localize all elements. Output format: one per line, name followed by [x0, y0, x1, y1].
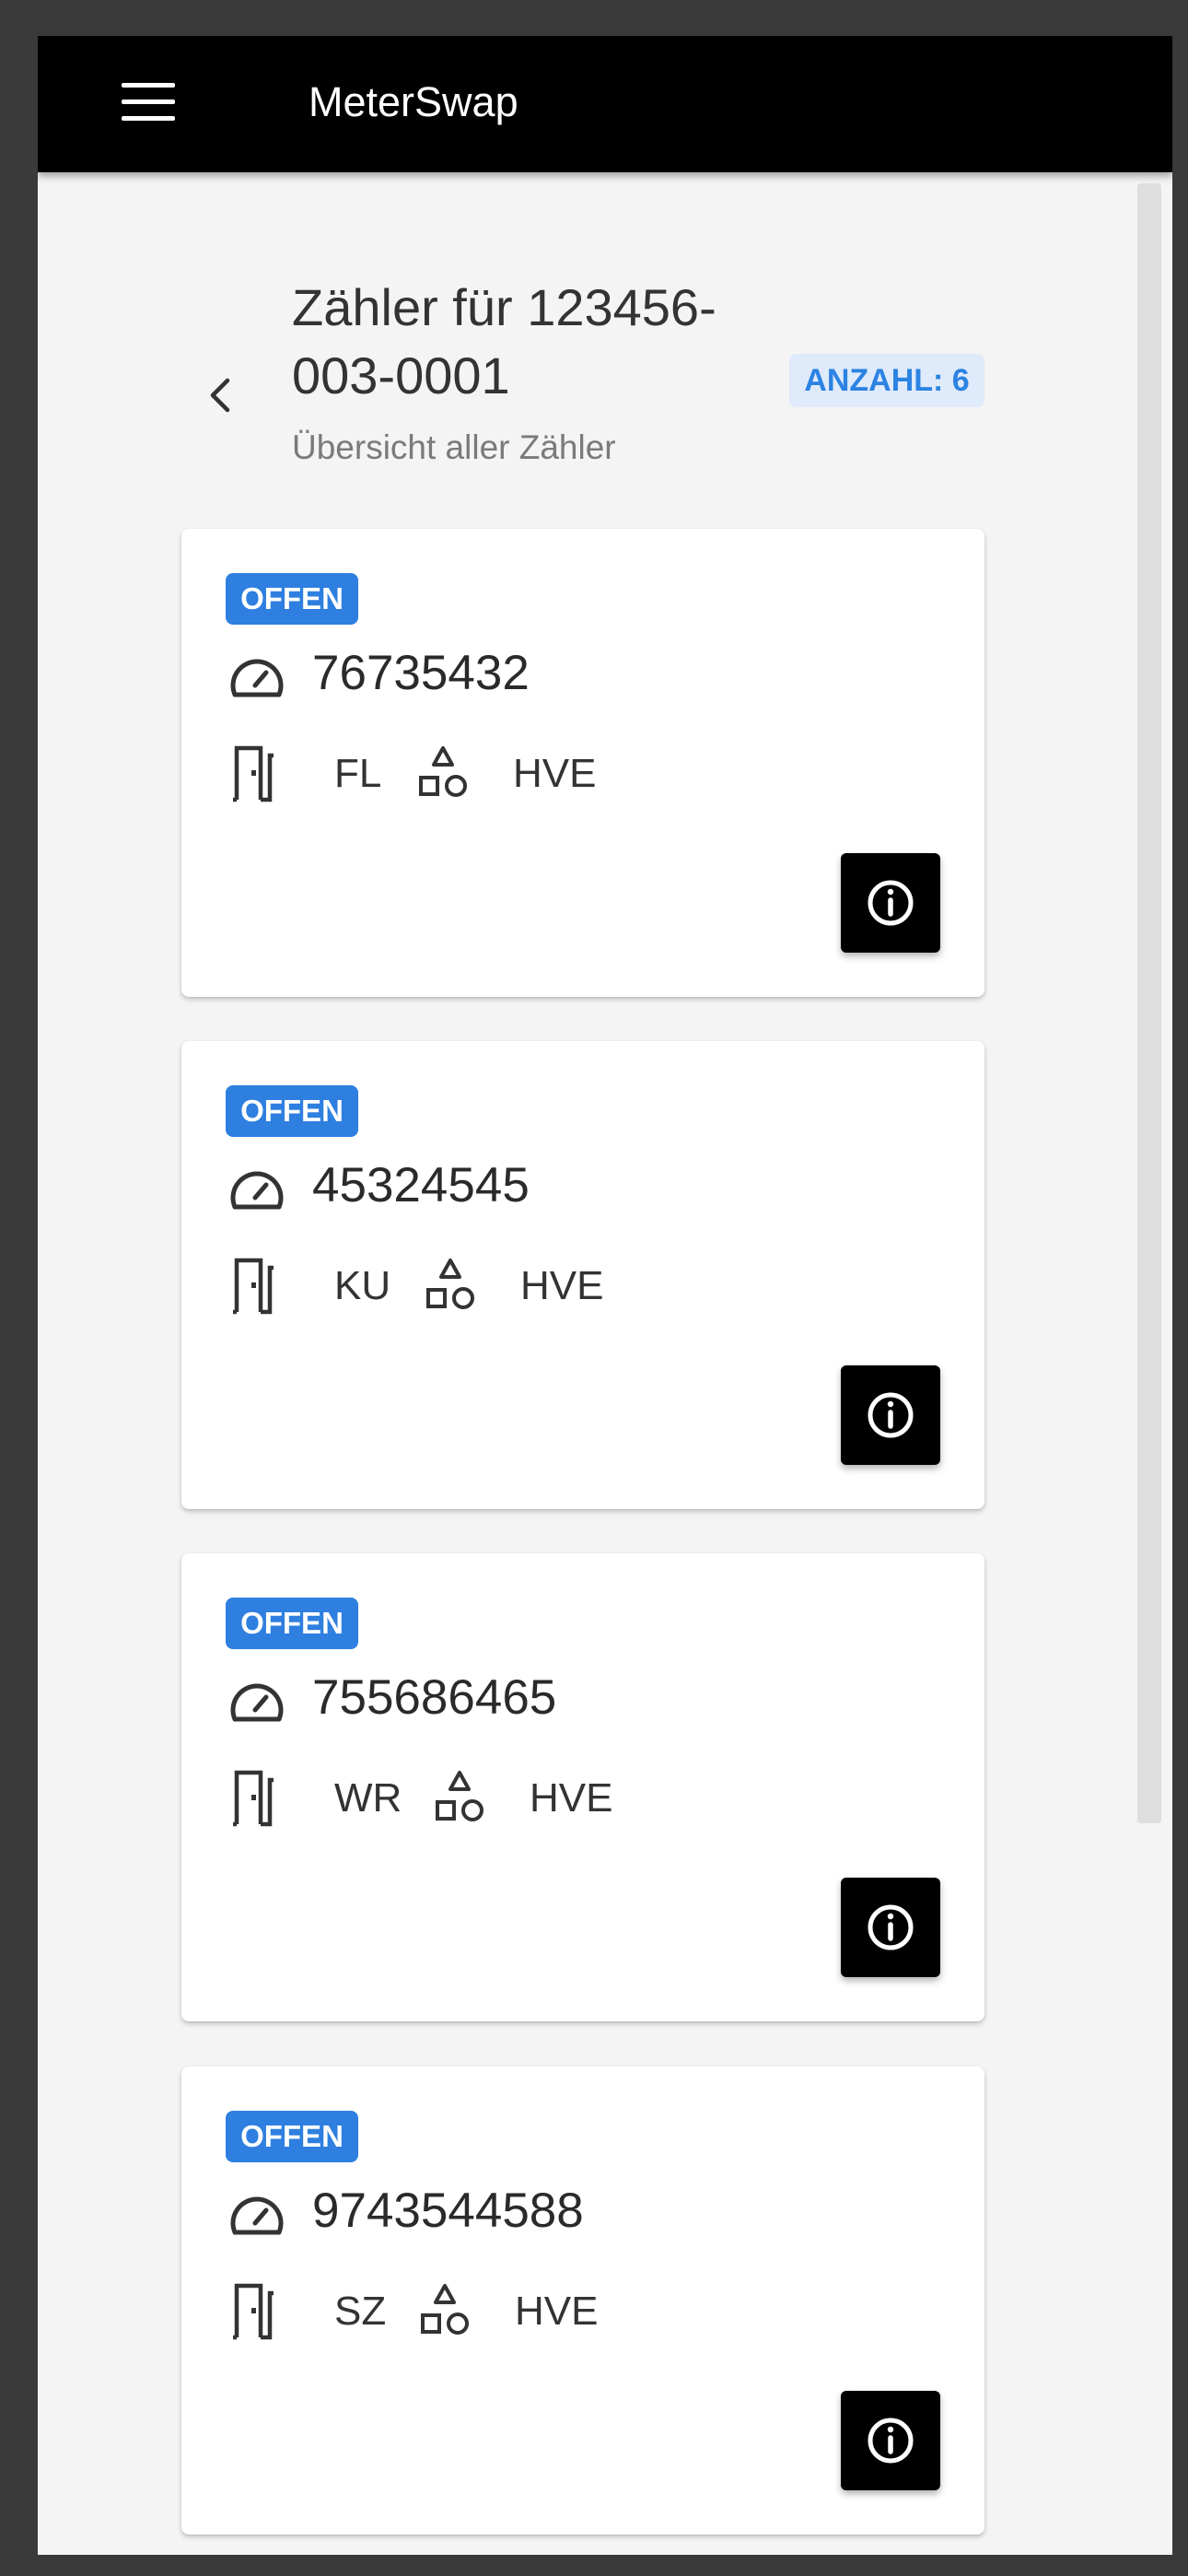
- back-button[interactable]: [192, 358, 248, 432]
- meter-number: 755686465: [312, 1670, 557, 1725]
- status-badge: OFFEN: [226, 1085, 358, 1137]
- type-code: HVE: [513, 751, 597, 796]
- meter-number: 9743544588: [312, 2184, 584, 2238]
- room-code: SZ: [334, 2289, 387, 2334]
- gauge-icon: [230, 1171, 284, 1210]
- door-icon: [233, 2283, 274, 2340]
- shapes-icon: [426, 1259, 474, 1309]
- info-icon: [868, 880, 914, 926]
- info-button[interactable]: [841, 1365, 940, 1465]
- type-code: HVE: [515, 2289, 599, 2334]
- meter-card[interactable]: OFFEN 76735432 FL HVE: [181, 529, 984, 997]
- room-code: FL: [334, 751, 382, 796]
- info-icon: [868, 1392, 914, 1438]
- info-icon: [868, 1904, 914, 1950]
- gauge-icon: [230, 659, 284, 697]
- door-icon: [233, 745, 274, 802]
- door-icon: [233, 1770, 274, 1827]
- menu-icon: [122, 83, 175, 88]
- info-button[interactable]: [841, 2391, 940, 2490]
- meter-card[interactable]: OFFEN 755686465 WR HVE: [181, 1553, 984, 2021]
- info-button[interactable]: [841, 1878, 940, 1977]
- gauge-icon: [230, 1683, 284, 1722]
- type-code: HVE: [520, 1263, 604, 1308]
- app-title: MeterSwap: [309, 78, 518, 125]
- room-code: WR: [334, 1775, 402, 1821]
- app-bar: MeterSwap: [38, 36, 1172, 172]
- shapes-icon: [421, 2284, 469, 2335]
- info-icon: [868, 2418, 914, 2464]
- scrollbar-thumb[interactable]: [1137, 183, 1161, 1823]
- meter-number: 45324545: [312, 1158, 530, 1212]
- gauge-icon: [230, 2196, 284, 2235]
- info-button[interactable]: [841, 853, 940, 953]
- meter-card[interactable]: OFFEN 9743544588 SZ HVE: [181, 2067, 984, 2535]
- status-badge: OFFEN: [226, 573, 358, 625]
- menu-button[interactable]: [122, 83, 175, 122]
- meter-number: 76735432: [312, 646, 530, 700]
- status-badge: OFFEN: [226, 1598, 358, 1649]
- page-title: Zähler für 123456-003-0001: [292, 278, 716, 404]
- app-frame: MeterSwap Zähler für 123456-003-0001 Übe…: [38, 36, 1172, 2555]
- shapes-icon: [436, 1771, 483, 1821]
- door-icon: [233, 1258, 274, 1315]
- menu-icon: [122, 100, 175, 104]
- count-badge: ANZAHL: 6: [789, 354, 984, 407]
- room-code: KU: [334, 1263, 391, 1308]
- meter-card[interactable]: OFFEN 45324545 KU HVE: [181, 1041, 984, 1509]
- status-badge: OFFEN: [226, 2111, 358, 2162]
- menu-icon: [122, 116, 175, 121]
- type-code: HVE: [530, 1775, 613, 1821]
- page-subtitle: Übersicht aller Zähler: [292, 428, 616, 466]
- chevron-left-icon: [210, 378, 230, 413]
- shapes-icon: [419, 746, 467, 797]
